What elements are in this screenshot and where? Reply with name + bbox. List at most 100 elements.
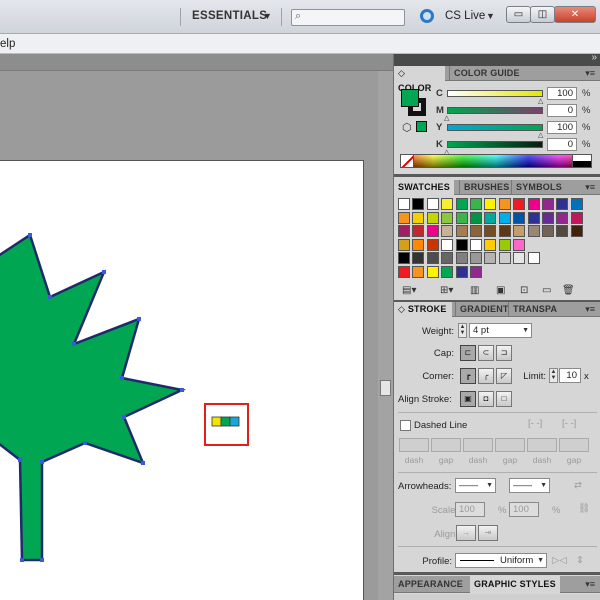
link-scale-icon[interactable]: ⛓ [578,503,590,514]
color-swatch[interactable] [426,211,439,224]
dashed-line-checkbox[interactable] [400,420,411,431]
graphic-styles-list[interactable] [394,594,600,600]
panel-menu-icon[interactable]: ▾≡ [585,576,595,593]
minimize-button[interactable]: ▭ [506,6,531,23]
color-swatch[interactable] [470,252,482,264]
color-swatch[interactable] [556,225,569,237]
butt-cap-button[interactable]: ⊏ [460,345,476,361]
swatch-libraries-icon[interactable]: ▤▾ [402,285,416,296]
color-swatch[interactable] [470,225,482,237]
delete-swatch-icon[interactable]: 🗑 [562,285,575,296]
color-swatch[interactable] [570,211,583,224]
limit-stepper[interactable]: ▲ ▼ [549,368,558,383]
color-swatch[interactable] [398,238,410,251]
profile-dropdown[interactable]: Uniform ▼ [455,553,547,568]
color-swatch[interactable] [426,265,439,278]
color-swatch[interactable] [484,198,497,210]
slider-track[interactable] [447,124,543,131]
tab-color-guide[interactable]: COLOR GUIDE [449,66,524,81]
color-swatch[interactable] [412,211,425,224]
color-swatch[interactable] [498,211,511,224]
chevron-down-icon[interactable]: ▼ [263,11,272,21]
color-swatch[interactable] [484,211,497,224]
align-outside-button[interactable]: □ [496,391,512,407]
artboard[interactable] [0,160,364,600]
color-swatch[interactable] [412,265,425,278]
start-arrowhead-dropdown[interactable]: —— ▼ [455,478,496,493]
align-inside-button[interactable]: ◘ [478,391,494,407]
arrow-tip-extends-button[interactable]: → [456,525,476,541]
color-swatch[interactable] [455,198,468,210]
color-swatch[interactable] [570,198,583,210]
weight-stepper[interactable]: ▲ ▼ [458,323,467,338]
flip-across-icon[interactable]: ⇕ [576,555,584,566]
color-swatch[interactable] [412,198,425,210]
color-spectrum-bar[interactable] [400,154,592,168]
color-swatch[interactable] [542,225,554,237]
new-color-group-icon[interactable]: ▣ [496,285,505,296]
dock-header[interactable]: » [394,52,600,66]
dash-field[interactable] [463,438,493,452]
swatch-options-icon[interactable]: ▥ [470,285,479,296]
tab-appearance[interactable]: APPEARANCE [394,576,467,593]
tab-graphic-styles[interactable]: GRAPHIC STYLES [470,576,560,593]
tab-stroke[interactable]: ◇ STROKE [394,302,452,317]
color-swatch[interactable] [441,211,454,224]
round-cap-button[interactable]: ⊂ [478,345,494,361]
chevron-down-icon[interactable]: ▼ [486,11,495,21]
color-swatch[interactable] [470,211,482,224]
align-center-button[interactable]: ▣ [460,391,476,407]
cs-live-menu[interactable]: CS Live [445,10,485,22]
color-swatch[interactable] [455,265,468,278]
start-scale-input[interactable]: 100 [455,502,485,517]
close-button[interactable]: ✕ [554,6,596,23]
color-swatch[interactable] [527,225,540,237]
color-swatch[interactable] [426,238,439,251]
color-swatch[interactable] [513,238,526,251]
color-swatch[interactable] [455,211,468,224]
color-swatch[interactable] [398,225,410,237]
collapse-icon[interactable]: » [591,52,597,63]
slider-value-input[interactable]: 0 [547,104,577,117]
color-swatch[interactable] [412,238,425,251]
color-swatch[interactable] [556,211,569,224]
flip-along-icon[interactable]: ▷◁ [552,555,567,566]
color-swatch[interactable] [542,211,554,224]
color-swatch[interactable] [398,265,410,278]
color-swatch[interactable] [484,252,497,264]
scrollbar-thumb[interactable] [380,380,391,396]
slider-value-input[interactable]: 100 [547,121,577,134]
slider-value-input[interactable]: 0 [547,138,577,151]
cs-live-icon[interactable] [420,9,434,23]
artwork-canvas[interactable] [0,161,364,600]
color-swatch[interactable] [455,252,468,264]
tab-color[interactable]: ◇ COLOR [394,66,445,93]
dash-field[interactable] [527,438,557,452]
panel-menu-icon[interactable]: ▾≡ [585,302,595,317]
color-swatch[interactable] [441,252,454,264]
end-arrowhead-dropdown[interactable]: —— ▼ [509,478,550,493]
none-color-swatch[interactable] [400,154,414,168]
color-swatch[interactable] [556,198,569,210]
color-swatch[interactable] [513,225,526,237]
color-swatch[interactable] [470,198,482,210]
new-swatch-icon[interactable]: ⊡ [520,285,528,296]
tab-transparency[interactable]: TRANSPA [508,302,561,317]
color-swatch[interactable] [498,225,511,237]
dash-field[interactable] [399,438,429,452]
color-swatch[interactable] [426,225,439,237]
workspace-switcher[interactable]: ESSENTIALS [192,10,267,22]
color-swatch[interactable] [426,198,439,210]
color-swatch[interactable] [513,198,526,210]
color-swatch[interactable] [470,265,482,278]
color-swatch[interactable] [542,198,554,210]
bevel-join-button[interactable]: ◸ [496,368,512,384]
end-scale-input[interactable]: 100 [509,502,539,517]
color-swatch[interactable] [441,238,454,251]
color-swatch[interactable] [455,238,468,251]
tab-gradient[interactable]: GRADIENT [455,302,513,317]
color-swatch[interactable] [398,211,410,224]
panel-menu-icon[interactable]: ▾≡ [585,66,595,81]
dash-corner-preserve-icon[interactable]: [‐ ‐] [528,418,542,429]
limit-input[interactable]: 10 [559,368,581,383]
